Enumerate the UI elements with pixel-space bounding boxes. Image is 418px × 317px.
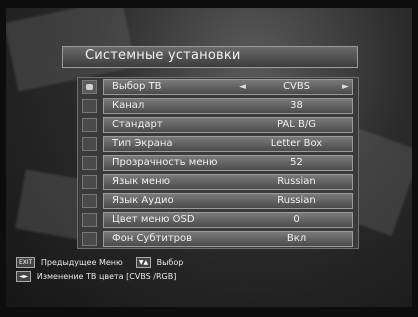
menu-row-subtitle-bg[interactable]: Фон Субтитров Вкл <box>78 230 360 249</box>
selection-indicator <box>82 213 97 227</box>
help-text: Предыдущее Меню <box>40 258 123 267</box>
menu-item-label: Стандарт <box>112 119 163 130</box>
selection-indicator <box>82 137 97 151</box>
tv-screen: Системные установки Выбор ТВ ◄ CVBS ► Ка… <box>0 0 418 317</box>
selection-indicator <box>82 175 97 189</box>
menu-item-bar[interactable]: Прозрачность меню 52 <box>103 155 353 171</box>
help-bar: EXIT Предыдущее Меню ▼▲ Выбор ◄► Изменен… <box>16 257 402 297</box>
up-down-key-icon: ▼▲ <box>135 257 152 268</box>
help-line: ◄► Изменение ТВ цвета [CVBS /RGB] <box>16 271 176 282</box>
menu-item-bar[interactable]: Язык Аудио Russian <box>103 193 353 209</box>
menu-item-label: Выбор ТВ <box>112 81 162 92</box>
right-arrow-icon[interactable]: ► <box>342 82 349 92</box>
menu-item-value: Russian <box>277 195 316 206</box>
menu-item-label: Цвет меню OSD <box>112 214 195 225</box>
settings-menu: Выбор ТВ ◄ CVBS ► Канал 38 Стандарт PAL … <box>77 77 359 249</box>
menu-item-label: Язык меню <box>112 176 171 187</box>
menu-row-osd-color[interactable]: Цвет меню OSD 0 <box>78 211 360 230</box>
help-text: Выбор <box>156 258 184 267</box>
menu-item-label: Язык Аудио <box>112 195 174 206</box>
menu-item-value: Вкл <box>286 233 307 244</box>
menu-item-bar[interactable]: Язык меню Russian <box>103 174 353 190</box>
menu-row-tv-select[interactable]: Выбор ТВ ◄ CVBS ► <box>78 78 360 97</box>
menu-item-bar[interactable]: Фон Субтитров Вкл <box>103 231 353 247</box>
menu-item-bar[interactable]: Канал 38 <box>103 98 353 114</box>
selection-indicator <box>82 118 97 132</box>
page-title: Системные установки <box>85 48 241 63</box>
menu-row-menu-language[interactable]: Язык меню Russian <box>78 173 360 192</box>
menu-item-value: CVBS <box>283 81 310 92</box>
menu-item-label: Прозрачность меню <box>112 157 218 168</box>
menu-item-label: Канал <box>112 100 145 111</box>
selection-indicator <box>82 99 97 113</box>
exit-key-icon: EXIT <box>16 257 36 268</box>
selection-indicator <box>82 194 97 208</box>
menu-item-value: Letter Box <box>270 138 323 149</box>
menu-item-value: 52 <box>290 157 303 168</box>
menu-item-value: 0 <box>293 214 300 225</box>
menu-row-standard[interactable]: Стандарт PAL B/G <box>78 116 360 135</box>
menu-item-bar[interactable]: Тип Экрана Letter Box <box>103 136 353 152</box>
menu-title-bar: Системные установки <box>62 46 358 68</box>
menu-item-bar[interactable]: Цвет меню OSD 0 <box>103 212 353 228</box>
menu-row-channel[interactable]: Канал 38 <box>78 97 360 116</box>
menu-item-bar[interactable]: Выбор ТВ ◄ CVBS ► <box>103 79 353 95</box>
selection-indicator <box>82 156 97 170</box>
left-right-key-icon: ◄► <box>16 271 32 282</box>
menu-item-label: Фон Субтитров <box>112 233 193 244</box>
help-line: EXIT Предыдущее Меню ▼▲ Выбор <box>16 257 183 268</box>
left-arrow-icon[interactable]: ◄ <box>239 82 246 92</box>
menu-item-bar[interactable]: Стандарт PAL B/G <box>103 117 353 133</box>
menu-item-label: Тип Экрана <box>112 138 173 149</box>
menu-item-value: Russian <box>277 176 316 187</box>
menu-row-audio-language[interactable]: Язык Аудио Russian <box>78 192 360 211</box>
help-text: Изменение ТВ цвета [CVBS /RGB] <box>36 272 177 281</box>
menu-item-value: PAL B/G <box>277 119 316 130</box>
menu-row-transparency[interactable]: Прозрачность меню 52 <box>78 154 360 173</box>
menu-item-value: 38 <box>290 100 303 111</box>
selection-indicator <box>82 232 97 246</box>
selection-indicator <box>82 80 97 94</box>
menu-row-screen-type[interactable]: Тип Экрана Letter Box <box>78 135 360 154</box>
